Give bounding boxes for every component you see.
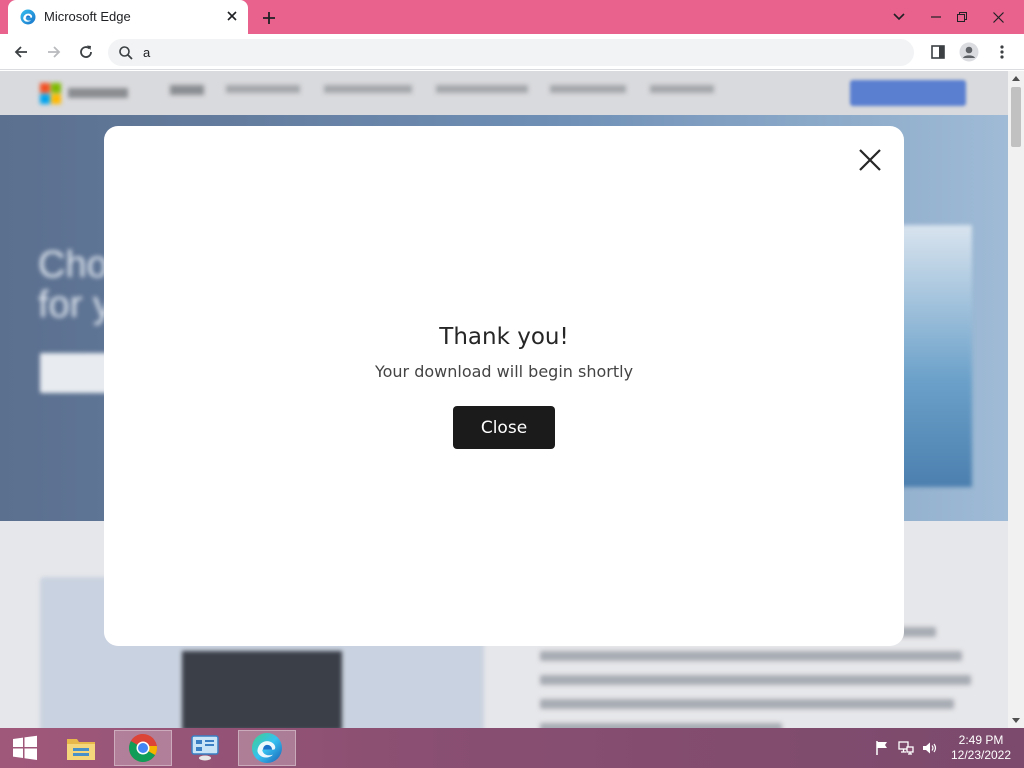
window-close-button[interactable] bbox=[976, 0, 1020, 34]
tab-title: Microsoft Edge bbox=[44, 9, 131, 24]
scrollbar-thumb[interactable] bbox=[1011, 87, 1021, 147]
triangle-down-icon bbox=[1012, 718, 1020, 723]
address-bar-text[interactable]: a bbox=[143, 45, 150, 60]
tab-search-button[interactable] bbox=[888, 0, 910, 34]
forward-button[interactable] bbox=[42, 40, 66, 64]
background-laptop-shape bbox=[182, 651, 342, 728]
side-panel-icon bbox=[931, 45, 945, 59]
dialog-title: Thank you! bbox=[439, 324, 569, 350]
edge-icon bbox=[252, 733, 282, 763]
browser-toolbar: a bbox=[0, 34, 1024, 70]
windows-start-icon bbox=[13, 735, 37, 760]
windows-taskbar: 2:49 PM 12/23/2022 bbox=[0, 728, 1024, 768]
more-menu-button[interactable] bbox=[990, 40, 1014, 64]
action-center-flag-icon[interactable] bbox=[874, 740, 890, 756]
reload-icon bbox=[80, 45, 92, 58]
taskbar-chrome[interactable] bbox=[114, 730, 172, 766]
close-icon bbox=[992, 11, 1004, 23]
address-bar[interactable]: a bbox=[108, 39, 914, 66]
start-button[interactable] bbox=[0, 730, 50, 766]
page-scrollbar[interactable] bbox=[1008, 71, 1024, 728]
browser-tab[interactable]: Microsoft Edge bbox=[8, 0, 248, 34]
control-panel-icon bbox=[191, 735, 219, 761]
new-tab-button[interactable] bbox=[258, 7, 280, 29]
forward-arrow-icon bbox=[48, 46, 61, 58]
back-arrow-icon bbox=[14, 46, 27, 58]
background-download-cta bbox=[850, 80, 966, 106]
side-panel-button[interactable] bbox=[926, 40, 950, 64]
file-explorer-icon bbox=[67, 739, 95, 760]
plus-icon bbox=[263, 12, 275, 24]
minimize-button[interactable] bbox=[924, 0, 948, 34]
scroll-down-button[interactable] bbox=[1008, 714, 1024, 728]
background-brand-logo bbox=[40, 81, 130, 105]
browser-tab-strip: Microsoft Edge bbox=[0, 0, 1024, 34]
taskbar-clock[interactable]: 2:49 PM 12/23/2022 bbox=[944, 733, 1018, 763]
back-button[interactable] bbox=[9, 40, 33, 64]
profile-icon bbox=[959, 42, 979, 62]
background-site-nav bbox=[0, 71, 1008, 115]
restore-button[interactable] bbox=[950, 0, 974, 34]
network-icon[interactable] bbox=[898, 740, 914, 756]
volume-icon[interactable] bbox=[922, 740, 938, 756]
edge-logo-icon bbox=[20, 9, 36, 25]
taskbar-edge[interactable] bbox=[238, 730, 296, 766]
dialog-message: Your download will begin shortly bbox=[374, 362, 634, 381]
more-menu-icon bbox=[1000, 45, 1004, 59]
download-thank-you-dialog: Thank you! Your download will begin shor… bbox=[104, 126, 904, 646]
clock-date: 12/23/2022 bbox=[950, 748, 1012, 762]
chevron-down-icon bbox=[893, 13, 905, 21]
reload-button[interactable] bbox=[74, 40, 98, 64]
minimize-icon bbox=[931, 16, 941, 18]
tab-close-icon[interactable] bbox=[224, 8, 240, 24]
taskbar-file-explorer[interactable] bbox=[52, 730, 110, 766]
chrome-icon bbox=[129, 734, 158, 762]
search-icon bbox=[119, 46, 133, 60]
dialog-close-button[interactable]: Close bbox=[453, 406, 555, 449]
close-x-icon[interactable] bbox=[856, 146, 884, 174]
triangle-up-icon bbox=[1012, 76, 1020, 81]
restore-icon bbox=[957, 12, 967, 22]
taskbar-control-panel[interactable] bbox=[176, 730, 234, 766]
scroll-up-button[interactable] bbox=[1008, 71, 1024, 85]
profile-button[interactable] bbox=[957, 40, 981, 64]
clock-time: 2:49 PM bbox=[958, 733, 1004, 747]
